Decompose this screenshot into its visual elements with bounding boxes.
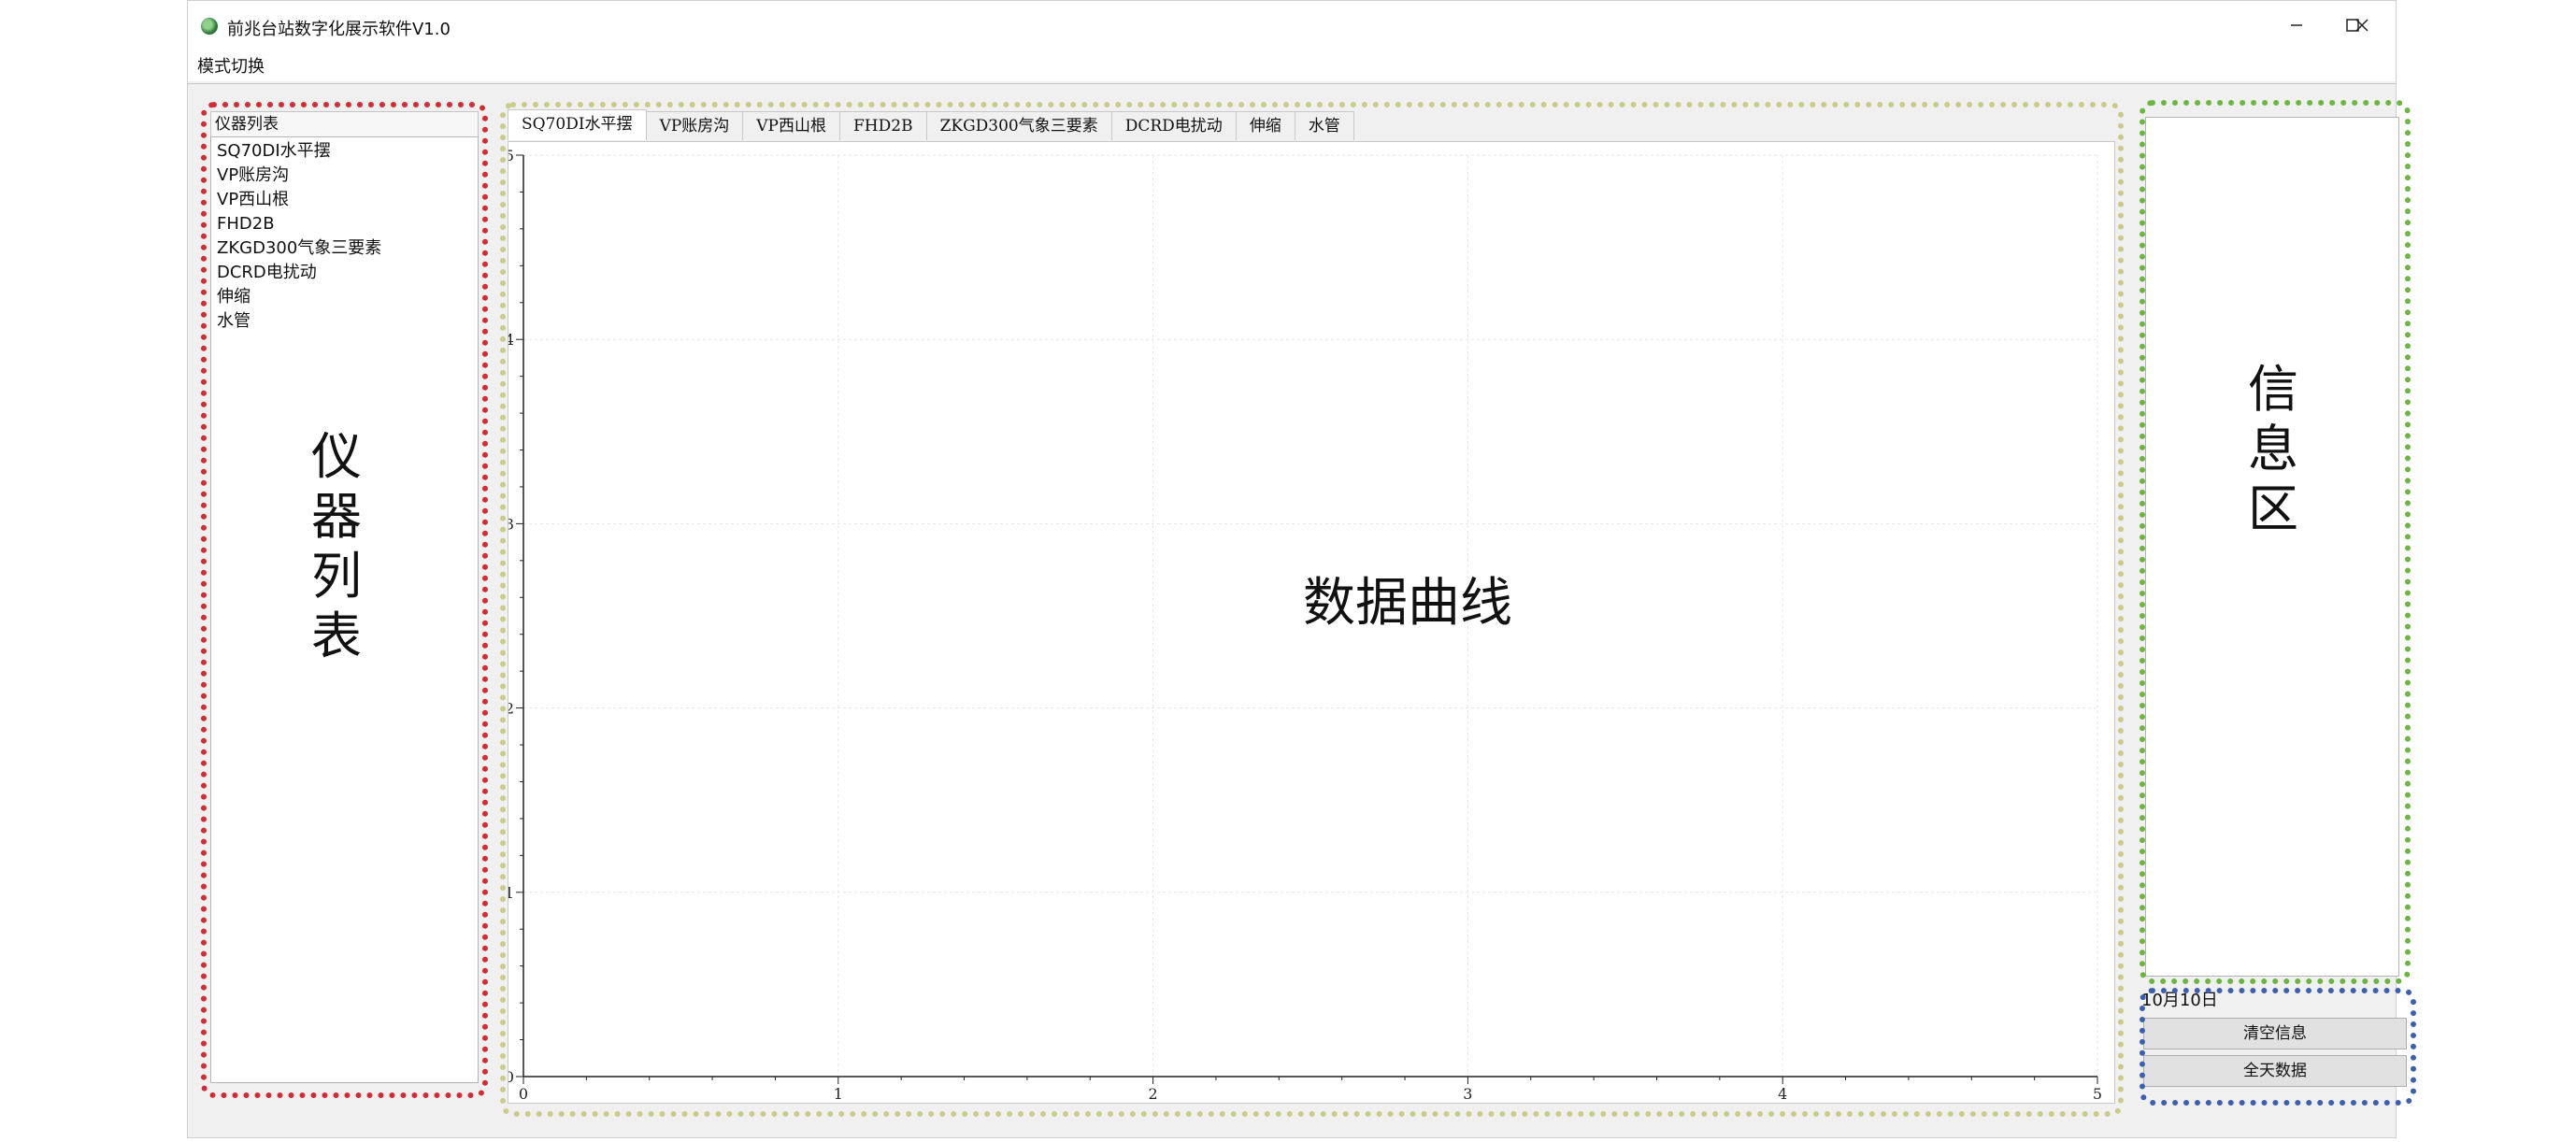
minimize-icon: [2291, 24, 2302, 26]
minimize-button[interactable]: [2268, 8, 2325, 42]
menu-divider: [188, 83, 2396, 84]
annotation-box-instrument-list: [201, 102, 488, 1098]
window-title: 前兆台站数字化展示软件V1.0: [227, 20, 451, 39]
close-button[interactable]: [2334, 8, 2390, 42]
app-logo-icon: [201, 18, 218, 35]
tab-sq70di[interactable]: SQ70DI水平摆: [508, 109, 647, 140]
title-bar[interactable]: 前兆台站数字化展示软件V1.0: [188, 1, 2396, 53]
app-window: 前兆台站数字化展示软件V1.0 模式切换 仪器列表 SQ70DI水平摆 VP账房…: [187, 0, 2416, 1138]
menu-mode-switch[interactable]: 模式切换: [197, 53, 265, 81]
menu-bar: 模式切换: [188, 53, 2396, 81]
annotation-box-controls: [2140, 988, 2416, 1106]
annotation-box-data-curve: [500, 102, 2124, 1117]
close-icon: [2355, 19, 2368, 32]
annotation-box-info-area: [2140, 100, 2411, 984]
